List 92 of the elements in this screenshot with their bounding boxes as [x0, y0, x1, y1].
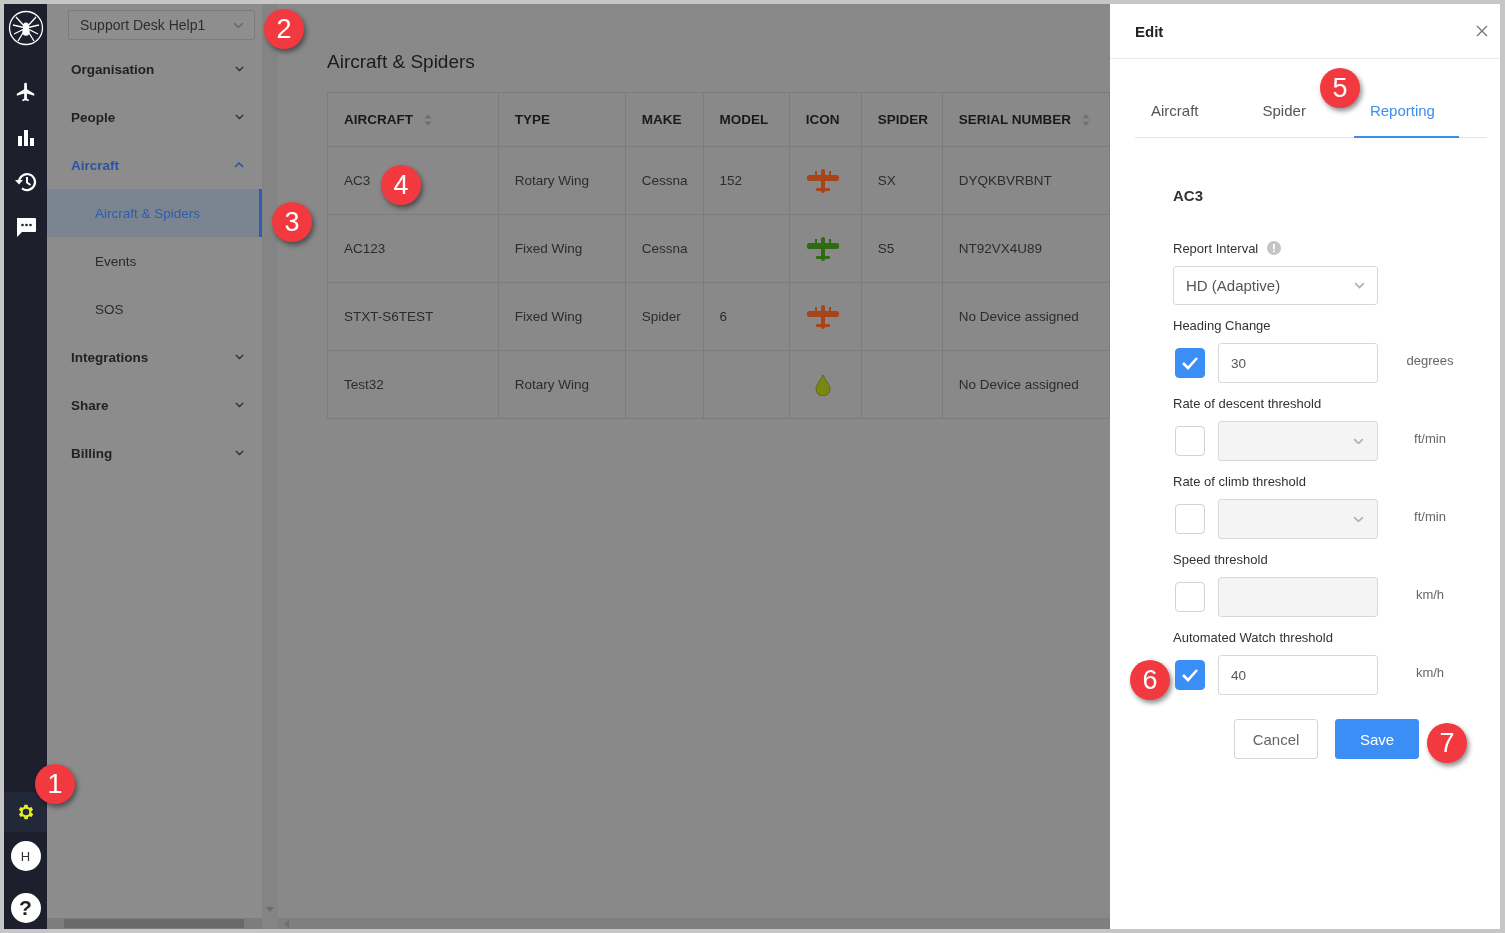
history-icon[interactable] [13, 170, 38, 193]
column-header: ICON [789, 92, 862, 147]
chat-icon[interactable] [14, 215, 37, 238]
nav-item[interactable]: Organisation [47, 45, 262, 93]
field-label: Speed threshold [1173, 550, 1269, 569]
input-field[interactable]: 40 [1218, 655, 1378, 695]
column-header: TYPE [498, 92, 626, 147]
sort-icon[interactable] [424, 112, 432, 127]
close-button[interactable] [1476, 25, 1488, 37]
nav-item[interactable]: Billing [47, 429, 262, 477]
scrollbar[interactable] [47, 918, 262, 929]
unit-label: ft/min [1413, 508, 1447, 524]
field-label: Report Interval [1173, 240, 1259, 256]
table-cell: Rotary Wing [498, 146, 626, 215]
table-cell: Cessna [625, 214, 704, 283]
table-cell: No Device assigned [942, 350, 1110, 419]
column-header: SPIDER [861, 92, 943, 147]
checkbox[interactable] [1175, 348, 1205, 378]
user-avatar[interactable]: H [10, 841, 41, 871]
account-select[interactable]: Support Desk Help1 [68, 10, 255, 40]
table-cell: STXT-S6TEST [327, 282, 499, 351]
close-icon [1476, 25, 1488, 37]
help-button[interactable]: ? [10, 893, 41, 923]
nav-subitem[interactable]: Events [47, 237, 262, 285]
table-cell: S5 [861, 214, 943, 283]
checkbox[interactable] [1175, 582, 1205, 612]
table-cell: 152 [703, 146, 790, 215]
table-cell: Cessna [625, 146, 704, 215]
check-icon [1181, 356, 1199, 370]
nav-item[interactable]: People [47, 93, 262, 141]
cancel-button[interactable]: Cancel [1234, 719, 1318, 759]
column-header: MAKE [625, 92, 704, 147]
field-label: Rate of climb threshold [1173, 472, 1307, 491]
tab[interactable]: Aircraft [1135, 84, 1203, 138]
aircraft-name: AC3 [1173, 187, 1204, 204]
field-label: Heading Change [1173, 316, 1272, 335]
chevron-down-icon [1354, 282, 1365, 289]
scroll-down-icon[interactable] [266, 907, 274, 912]
checkbox[interactable] [1175, 504, 1205, 534]
nav-item[interactable]: Share [47, 381, 262, 429]
table-cell: 6 [703, 282, 790, 351]
chevron-up-icon [234, 162, 244, 168]
nav-subitem[interactable]: SOS [47, 285, 262, 333]
chevron-down-icon [235, 114, 244, 120]
chevron-down-icon [235, 354, 244, 360]
drawer-title: Edit [1135, 22, 1164, 40]
table-cell: AC123 [327, 214, 499, 283]
unit-label: km/h [1414, 664, 1446, 680]
table-cell: No Device assigned [942, 282, 1110, 351]
table-cell: Rotary Wing [498, 350, 626, 419]
field-label: Automated Watch threshold [1173, 628, 1334, 647]
settings-item[interactable] [4, 792, 47, 832]
nav-item[interactable]: Integrations [47, 333, 262, 381]
input-field[interactable]: 30 [1218, 343, 1378, 383]
scrollbar[interactable] [278, 918, 1110, 929]
checkbox[interactable] [1175, 426, 1205, 456]
table-cell: SX [861, 146, 943, 215]
checkbox[interactable] [1175, 660, 1205, 690]
bar-chart-icon[interactable] [16, 127, 35, 146]
interval-select[interactable]: HD (Adaptive) [1173, 266, 1378, 305]
info-icon[interactable] [1267, 241, 1282, 255]
table-cell: Fixed Wing [498, 214, 626, 283]
scroll-left-icon[interactable] [284, 919, 289, 928]
airplane-icon[interactable] [14, 80, 37, 103]
unit-label: ft/min [1413, 430, 1447, 446]
chevron-down-icon [1353, 437, 1364, 445]
table-cell: Test32 [327, 350, 499, 419]
unit-label: km/h [1414, 586, 1446, 602]
input-field[interactable] [1218, 577, 1378, 617]
column-header[interactable]: AIRCRAFT [327, 92, 499, 147]
field-label: Rate of descent threshold [1173, 394, 1323, 413]
threshold-select[interactable] [1218, 499, 1378, 539]
table-cell: DYQKBVRBNT [942, 146, 1110, 215]
check-icon [1181, 668, 1199, 682]
sort-icon[interactable] [1081, 112, 1090, 127]
spider-logo[interactable] [7, 10, 44, 46]
account-name: Support Desk Help1 [80, 17, 206, 33]
tab[interactable]: Spider [1246, 84, 1310, 138]
threshold-select[interactable] [1218, 421, 1378, 461]
chevron-down-icon [1353, 515, 1364, 523]
chevron-down-icon [235, 450, 244, 456]
chevron-down-icon [235, 66, 244, 72]
column-header[interactable]: SERIAL NUMBER [942, 92, 1110, 147]
page-title: Aircraft & Spiders [327, 51, 476, 73]
unit-label: degrees [1405, 352, 1455, 368]
chevron-down-icon [233, 21, 244, 29]
save-button[interactable]: Save [1335, 719, 1419, 759]
table-cell: NT92VX4U89 [942, 214, 1110, 283]
column-header: MODEL [703, 92, 790, 147]
table-cell: Fixed Wing [498, 282, 626, 351]
chevron-down-icon [235, 402, 244, 408]
table-cell: Spider [625, 282, 704, 351]
